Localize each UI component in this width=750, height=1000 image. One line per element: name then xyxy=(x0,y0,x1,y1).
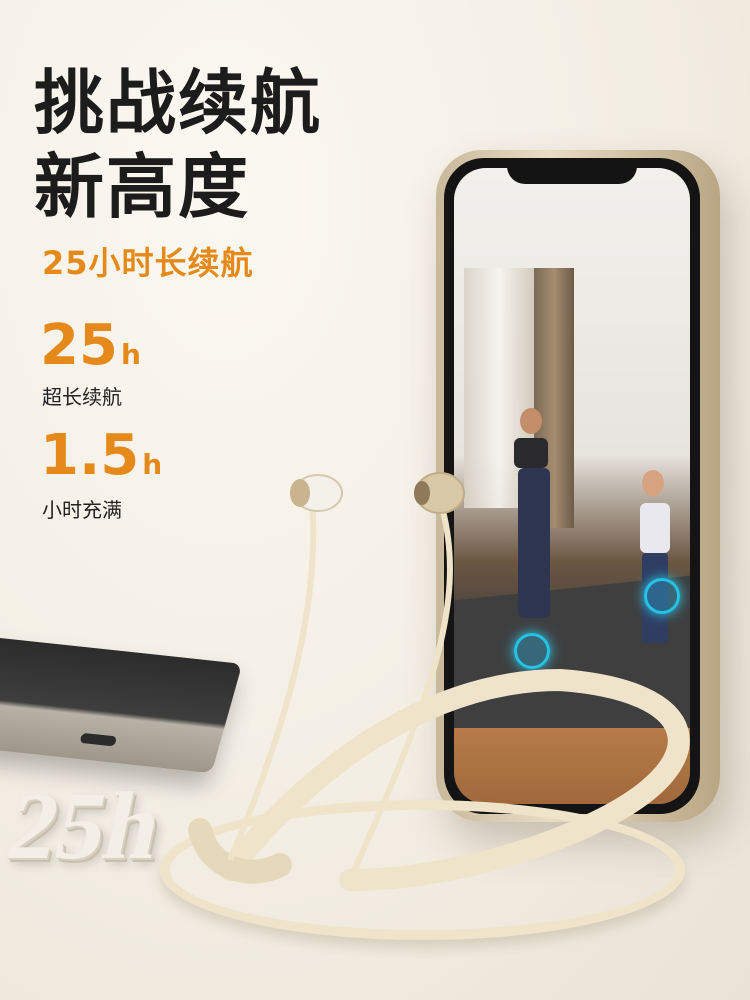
right-cable xyxy=(347,499,453,882)
neckband-body xyxy=(219,668,690,891)
left-earbud-icon xyxy=(290,474,343,512)
right-earbud-icon xyxy=(414,472,465,514)
neckband-earphones xyxy=(188,472,690,891)
